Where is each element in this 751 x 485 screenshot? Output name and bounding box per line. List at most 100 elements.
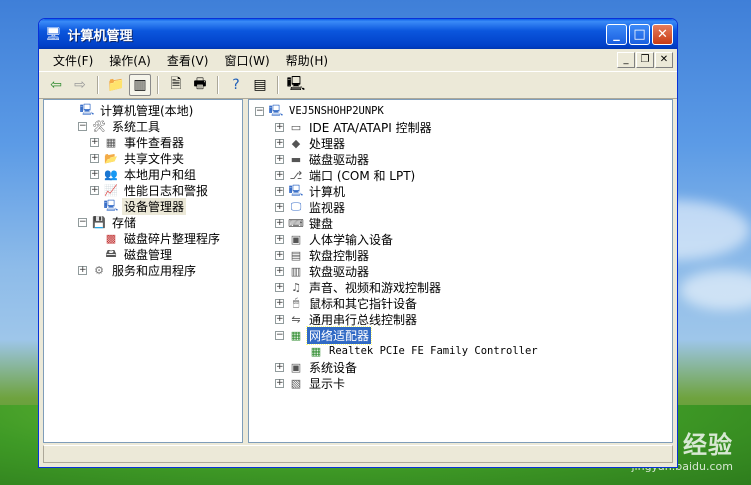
floppy-drive-icon: ▥ [290, 264, 302, 278]
tree-node-label: 声音、视频和游戏控制器 [309, 280, 442, 295]
expand-icon[interactable]: + [275, 314, 284, 324]
expand-icon[interactable]: + [275, 378, 284, 388]
tree-node-label: 键盘 [309, 216, 334, 231]
collapse-icon[interactable]: − [255, 106, 264, 116]
display-adapter-icon: ▧ [290, 376, 302, 390]
tree-node-label: 计算机管理(本地) [100, 103, 194, 118]
menu-action[interactable]: 操作(A) [101, 52, 159, 69]
forward-arrow-icon[interactable]: ⇨ [69, 74, 91, 96]
mdi-close-button[interactable]: ✕ [655, 52, 673, 68]
tree-node-label: VEJ5NSHOHP2UNPK [289, 105, 384, 117]
expand-icon[interactable]: + [275, 266, 284, 276]
tree-node[interactable]: + ⎇ 端口 (COM 和 LPT) [249, 167, 672, 183]
menu-view[interactable]: 查看(V) [159, 52, 217, 69]
device-tree-pane[interactable]: − 🖳 VEJ5NSHOHP2UNPK + ▭ IDE ATA/ATAPI 控制器 + ◆ 处理… [248, 99, 673, 443]
tree-node[interactable]: + ▬ 磁盘驱动器 [249, 151, 672, 167]
maximize-button[interactable]: □ [629, 23, 650, 45]
tree-node-label: 磁盘管理 [124, 247, 173, 262]
print-icon[interactable]: 🖶 [189, 74, 211, 96]
tree-node[interactable]: 🖴 磁盘管理 [44, 246, 242, 262]
expand-icon[interactable]: + [275, 138, 284, 148]
mdi-minimize-button[interactable]: _ [617, 52, 635, 68]
tree-node[interactable]: + ▤ 软盘控制器 [249, 247, 672, 263]
tree-node-label: 网络适配器 [305, 325, 373, 345]
expand-icon[interactable]: + [275, 362, 284, 372]
expand-icon[interactable]: + [275, 234, 284, 244]
minimize-button[interactable]: _ [606, 23, 627, 45]
tree-node[interactable]: + ▧ 显示卡 [249, 375, 672, 391]
title-bar[interactable]: 🖥 计算机管理 _ □ ✕ [39, 19, 677, 49]
collapse-icon[interactable]: − [275, 330, 284, 340]
tree-node[interactable]: ▦ Realtek PCIe FE Family Controller [249, 343, 672, 359]
close-button[interactable]: ✕ [652, 23, 673, 45]
expand-icon[interactable]: + [275, 122, 284, 132]
tree-node-label: 计算机 [309, 184, 346, 199]
tree-node[interactable]: − 🖳 VEJ5NSHOHP2UNPK [249, 103, 672, 119]
tree-node[interactable]: − 💾 存储 [44, 214, 242, 230]
menu-help[interactable]: 帮助(H) [278, 52, 336, 69]
properties-icon[interactable]: 🗎 [165, 74, 187, 96]
usb-icon: ⇋ [291, 312, 301, 326]
tree-node[interactable]: + ▥ 软盘驱动器 [249, 263, 672, 279]
tree-node-label: 通用串行总线控制器 [309, 312, 418, 327]
tree-node-label: 磁盘驱动器 [309, 152, 370, 167]
expand-icon[interactable]: + [275, 250, 284, 260]
tree-node[interactable]: + ⚙ 服务和应用程序 [44, 262, 242, 278]
tree-node[interactable]: + 🖵 监视器 [249, 199, 672, 215]
expand-icon[interactable]: + [275, 186, 284, 196]
expand-icon[interactable]: + [78, 265, 87, 275]
system-device-icon: ▣ [290, 360, 302, 374]
expand-icon[interactable]: + [90, 153, 99, 163]
tree-node[interactable]: + ▦ 事件查看器 [44, 134, 242, 150]
storage-icon: 💾 [92, 215, 106, 229]
up-folder-icon[interactable]: 📁 [105, 74, 127, 96]
tree-node[interactable]: + ▣ 系统设备 [249, 359, 672, 375]
tree-node[interactable]: + ▣ 人体学输入设备 [249, 231, 672, 247]
expand-icon[interactable]: + [275, 202, 284, 212]
tree-node[interactable]: − ▦ 网络适配器 [249, 325, 672, 345]
mdi-restore-button[interactable]: ❐ [636, 52, 654, 68]
expand-icon[interactable]: + [275, 154, 284, 164]
tree-node[interactable]: ▩ 磁盘碎片整理程序 [44, 230, 242, 246]
console-tree-pane[interactable]: 🖳 计算机管理(本地) − 🛠 系统工具 + ▦ 事件查看器 + 📂 共享文件夹 + 👥 本地用户和组 + 📈… [43, 99, 243, 443]
expand-icon[interactable]: + [90, 137, 99, 147]
tree-node[interactable]: + 📈 性能日志和警报 [44, 182, 242, 198]
tree-node[interactable]: + ⌨ 键盘 [249, 215, 672, 231]
tree-node[interactable]: 🖳 设备管理器 [44, 197, 242, 215]
mdi-controls: _ ❐ ✕ [617, 52, 673, 68]
tree-node[interactable]: + 🖳 计算机 [249, 183, 672, 199]
tree-node[interactable]: + ▭ IDE ATA/ATAPI 控制器 [249, 119, 672, 135]
menu-bar: 文件(F) 操作(A) 查看(V) 窗口(W) 帮助(H) _ ❐ ✕ [39, 49, 677, 72]
toolbar-separator [97, 76, 99, 94]
tree-node-label: 磁盘碎片整理程序 [124, 231, 221, 246]
tree-node-label: 软盘驱动器 [309, 264, 370, 279]
expand-icon[interactable]: + [90, 169, 99, 179]
expand-icon[interactable]: + [90, 185, 99, 195]
toolbar-separator [277, 76, 279, 94]
status-bar [43, 445, 673, 463]
tree-node[interactable]: + 🖱 鼠标和其它指针设备 [249, 295, 672, 311]
tree-node[interactable]: 🖳 计算机管理(本地) [44, 102, 242, 118]
back-arrow-icon[interactable]: ⇦ [45, 74, 67, 96]
tree-node[interactable]: + ◆ 处理器 [249, 135, 672, 151]
tree-node[interactable]: + ♫ 声音、视频和游戏控制器 [249, 279, 672, 295]
collapse-icon[interactable]: − [78, 217, 87, 227]
scan-hardware-icon[interactable]: 🖳 [285, 74, 307, 96]
tree-node[interactable]: + 📂 共享文件夹 [44, 150, 242, 166]
tree-node[interactable]: + 👥 本地用户和组 [44, 166, 242, 182]
tree-node[interactable]: + ⇋ 通用串行总线控制器 [249, 311, 672, 327]
expand-icon[interactable]: + [275, 298, 284, 308]
hid-icon: ▣ [290, 232, 302, 246]
help-icon[interactable]: ? [225, 74, 247, 96]
tree-node[interactable]: − 🛠 系统工具 [44, 118, 242, 134]
processor-icon: ◆ [291, 136, 301, 150]
menu-window[interactable]: 窗口(W) [216, 52, 277, 69]
expand-icon[interactable]: + [275, 170, 284, 180]
menu-file[interactable]: 文件(F) [45, 52, 101, 69]
help-topics-icon[interactable]: ▤ [249, 74, 271, 96]
collapse-icon[interactable]: − [78, 121, 87, 131]
expand-icon[interactable]: + [275, 282, 284, 292]
floppy-controller-icon: ▤ [290, 248, 302, 262]
show-hide-tree-icon[interactable]: ▥ [129, 74, 151, 96]
expand-icon[interactable]: + [275, 218, 284, 228]
